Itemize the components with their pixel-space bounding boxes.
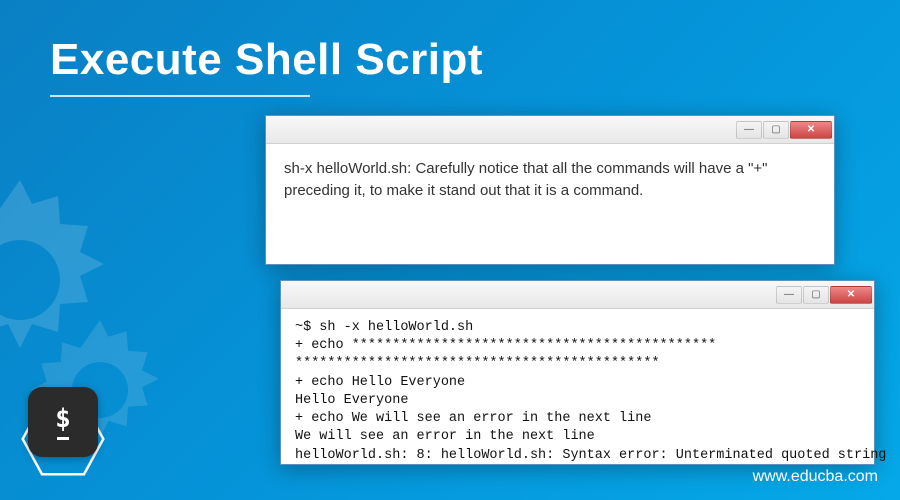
maximize-button[interactable]: ▢ (803, 286, 829, 304)
terminal-line: We will see an error in the next line (295, 429, 595, 444)
title-underline (50, 95, 310, 97)
terminal-line: + echo *********************************… (295, 338, 716, 353)
close-button[interactable]: ✕ (790, 121, 832, 139)
minimize-button[interactable]: — (776, 286, 802, 304)
terminal-line: ~$ sh -x helloWorld.sh (295, 320, 473, 335)
terminal-output: ~$ sh -x helloWorld.sh + echo **********… (281, 309, 874, 475)
terminal-badge-icon: $ (28, 387, 98, 457)
footer-url: www.educba.com (753, 468, 878, 486)
terminal-window: — ▢ ✕ ~$ sh -x helloWorld.sh + echo ****… (280, 280, 875, 465)
maximize-button[interactable]: ▢ (763, 121, 789, 139)
shell-script-icon: $ (20, 387, 110, 482)
cursor-icon (57, 437, 69, 440)
terminal-line: + echo We will see an error in the next … (295, 411, 651, 426)
terminal-line: + echo Hello Everyone (295, 375, 465, 390)
shell-prompt-symbol: $ (55, 404, 71, 434)
description-text: sh-x helloWorld.sh: Carefully notice tha… (266, 144, 834, 216)
window-titlebar: — ▢ ✕ (266, 116, 834, 144)
close-button[interactable]: ✕ (830, 286, 872, 304)
terminal-line: Hello Everyone (295, 393, 408, 408)
window-titlebar: — ▢ ✕ (281, 281, 874, 309)
minimize-button[interactable]: — (736, 121, 762, 139)
page-title: Execute Shell Script (50, 35, 483, 85)
terminal-line: ****************************************… (295, 356, 660, 371)
description-window: — ▢ ✕ sh-x helloWorld.sh: Carefully noti… (265, 115, 835, 265)
terminal-line: helloWorld.sh: 8: helloWorld.sh: Syntax … (295, 448, 886, 463)
